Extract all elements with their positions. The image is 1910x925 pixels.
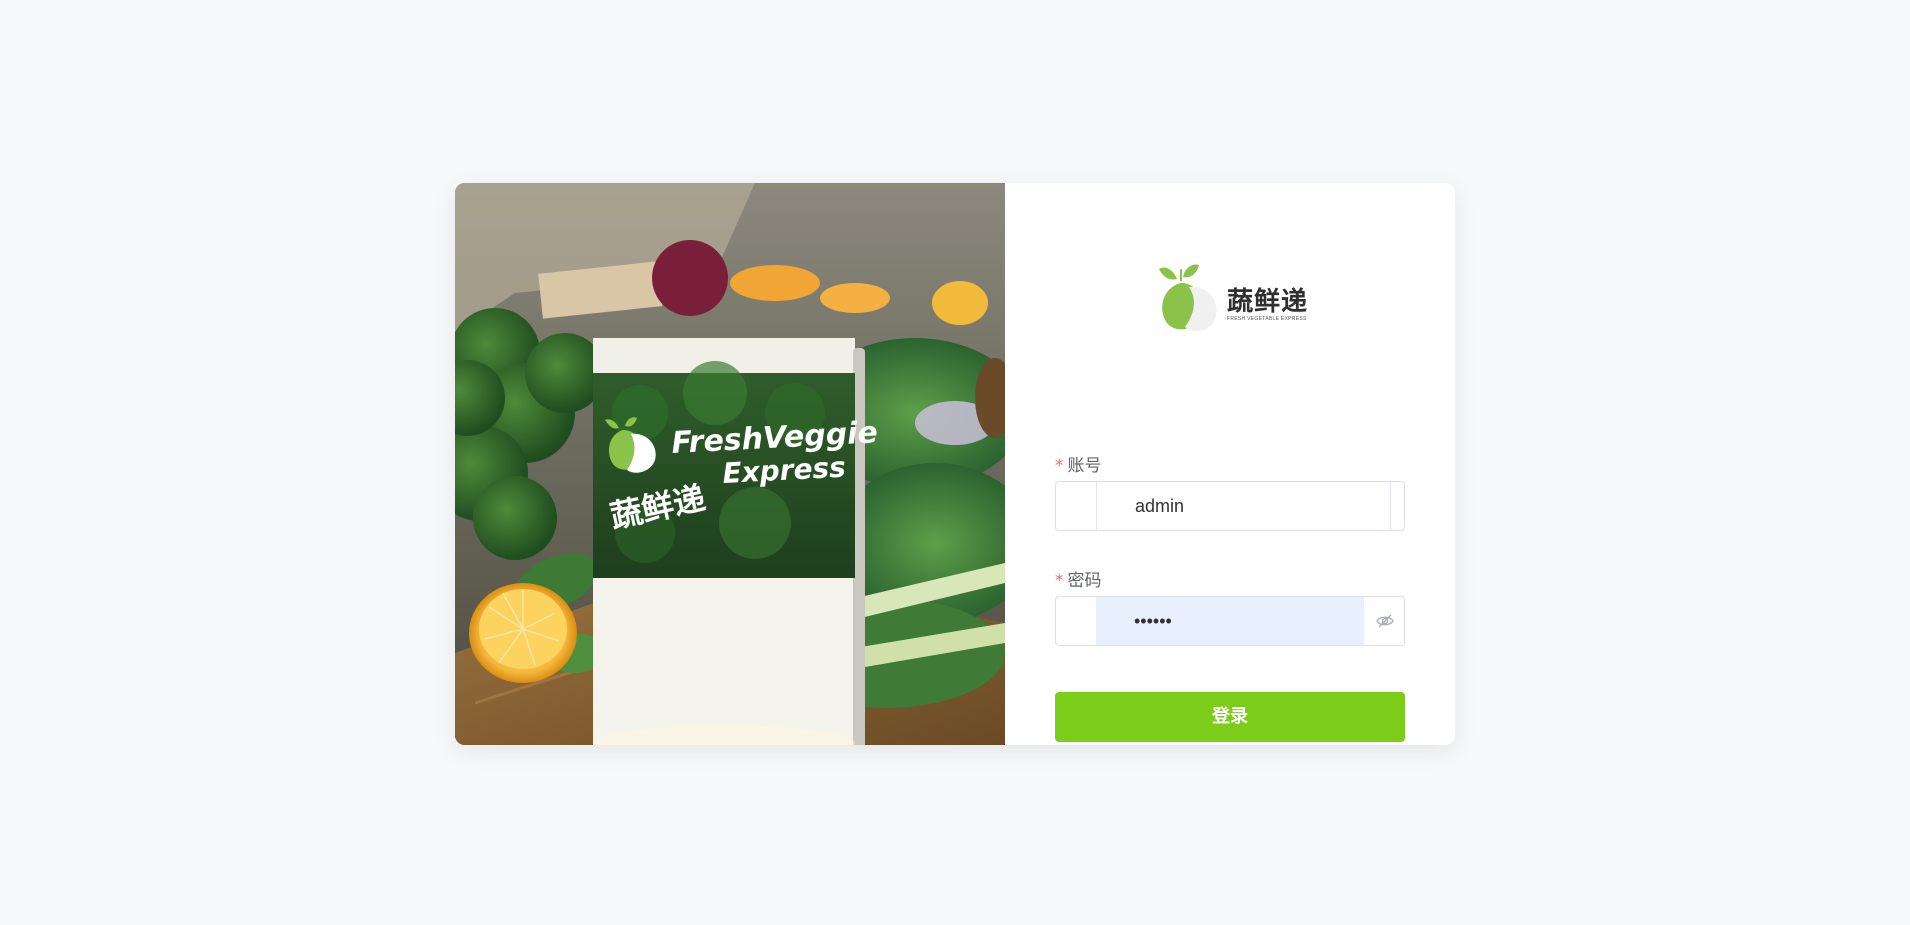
account-input[interactable]: admin <box>1096 482 1391 530</box>
password-field[interactable]: •••••• <box>1055 596 1405 646</box>
eye-off-icon[interactable] <box>1376 613 1394 629</box>
login-page: FreshVeggie Express 蔬鲜递 蔬鲜递 FRESH VEGETA… <box>0 0 1910 925</box>
required-mark: * <box>1055 571 1064 591</box>
password-label: * 密码 <box>1055 566 1102 591</box>
login-button[interactable]: 登录 <box>1055 692 1405 742</box>
login-form-panel: 蔬鲜递 FRESH VEGETABLE EXPRESS * 账号 admin * 密… <box>1005 183 1455 745</box>
hero-image: FreshVeggie Express 蔬鲜递 <box>455 183 1005 745</box>
login-card: FreshVeggie Express 蔬鲜递 蔬鲜递 FRESH VEGETA… <box>455 183 1455 745</box>
brand-name: 蔬鲜递 <box>1227 287 1309 317</box>
account-label-text: 账号 <box>1067 456 1102 476</box>
brand-tagline: FRESH VEGETABLE EXPRESS <box>1227 316 1307 322</box>
brand-logo: 蔬鲜递 FRESH VEGETABLE EXPRESS <box>1155 261 1315 333</box>
package-en-line2: Express <box>722 451 847 490</box>
password-input[interactable]: •••••• <box>1096 597 1364 645</box>
account-label: * 账号 <box>1055 451 1102 476</box>
brand-logo-icon <box>1159 264 1217 332</box>
required-mark: * <box>1055 456 1064 476</box>
password-label-text: 密码 <box>1067 571 1102 591</box>
hero-illustration: FreshVeggie Express 蔬鲜递 <box>455 183 1005 745</box>
account-field[interactable]: admin <box>1055 481 1405 531</box>
